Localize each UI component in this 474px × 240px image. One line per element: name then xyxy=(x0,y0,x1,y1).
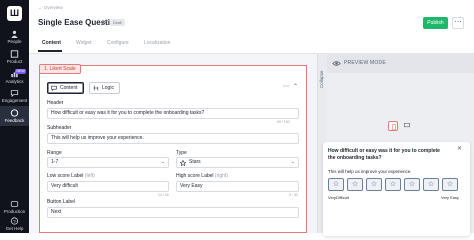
high-score-label-text: High score Label xyxy=(176,173,214,179)
high-score-char-counter: 9 / 40 xyxy=(289,193,298,197)
high-score-label-input[interactable]: Very Easy xyxy=(176,181,299,192)
content-mode-label: Content xyxy=(60,85,78,91)
star-rating-option[interactable]: ☆ xyxy=(347,178,363,191)
widget-question: How difficult or easy was it for you to … xyxy=(328,148,440,161)
tab-localization[interactable]: Localization xyxy=(144,40,170,46)
publish-button[interactable]: Publish xyxy=(423,17,448,29)
star-rating-option[interactable]: ☆ xyxy=(366,178,382,191)
widget-high-label: Very Easy xyxy=(441,195,460,200)
header-char-counter: 69 / 150 xyxy=(277,120,290,124)
tab-widget[interactable]: Widget xyxy=(76,40,92,46)
star-rating-option[interactable]: ☆ xyxy=(404,178,420,191)
star-rating-option[interactable]: ☆ xyxy=(328,178,344,191)
type-select-value: Stars xyxy=(189,159,201,165)
editor-panel: Content Logic ⋯ ⌃ Header How difficult o… xyxy=(29,54,317,233)
subheader-field-label: Subheader xyxy=(47,125,72,131)
tab-content[interactable]: Content xyxy=(42,40,61,46)
star-rating-option[interactable]: ☆ xyxy=(385,178,401,191)
nav-item-production[interactable]: Production xyxy=(0,200,29,214)
nav-item-get-help[interactable]: ? Get Help xyxy=(0,217,29,231)
app-logo[interactable]: Ш xyxy=(7,6,22,21)
card-header: Content Logic ⋯ ⌃ xyxy=(40,80,308,97)
low-score-char-counter: 14 / 40 xyxy=(158,193,169,197)
header-field-label: Header xyxy=(47,100,64,106)
button-label-input[interactable]: Next xyxy=(47,207,299,218)
low-score-label-text: Low score Label xyxy=(47,173,84,179)
people-icon xyxy=(11,30,18,38)
button-label-field-label: Button Label xyxy=(47,199,76,205)
low-score-label-input[interactable]: Very difficult xyxy=(47,181,169,192)
logic-mode-label: Logic xyxy=(102,85,114,91)
content-mode-button[interactable]: Content xyxy=(47,82,84,94)
preview-panel: PREVIEW MODE How difficult or easy was i… xyxy=(323,54,474,236)
widget-subheader: This will help us improve your experienc… xyxy=(328,169,412,174)
status-badge: Draft xyxy=(110,19,125,26)
desktop-icon xyxy=(404,123,410,128)
eye-icon xyxy=(332,61,341,66)
nav-label: Feedback xyxy=(4,118,25,123)
range-field-label: Range xyxy=(47,150,62,156)
survey-widget-preview: How difficult or easy was it for you to … xyxy=(323,142,470,236)
low-score-field-label: Low score Label (left) xyxy=(47,173,95,179)
product-icon xyxy=(10,50,19,58)
help-icon: ? xyxy=(10,217,19,225)
nav-item-product[interactable]: Product xyxy=(0,50,29,64)
logic-icon xyxy=(93,85,99,91)
star-rating-option[interactable]: ☆ xyxy=(423,178,439,191)
content-icon xyxy=(51,85,57,91)
desktop-preview-button[interactable] xyxy=(402,121,412,131)
left-nav: Ш People Product NEW Analytics Engagemen… xyxy=(0,0,29,233)
breadcrumb-back-link[interactable]: ← Overview xyxy=(38,5,63,10)
nav-label: Analytics xyxy=(5,79,24,84)
star-rating-option[interactable]: ☆ xyxy=(442,178,458,191)
question-type-tag[interactable]: 1. Likert Scale xyxy=(39,64,81,74)
range-select[interactable]: 1-7 ⌄ xyxy=(47,157,169,168)
feedback-icon xyxy=(10,109,19,117)
engagement-icon xyxy=(10,90,19,97)
header-input[interactable]: How difficult or easy was it for you to … xyxy=(47,108,299,119)
mobile-icon xyxy=(391,123,396,130)
nav-label: Product xyxy=(6,59,23,64)
high-score-hint: (right) xyxy=(214,173,228,179)
widget-low-label: VeryDifficult xyxy=(328,195,350,200)
new-badge: NEW xyxy=(15,69,27,74)
nav-item-people[interactable]: People xyxy=(0,30,29,44)
svg-text:?: ? xyxy=(13,219,16,225)
nav-label: Production xyxy=(3,209,26,214)
type-select[interactable]: Stars ⌄ xyxy=(176,157,299,168)
star-icon xyxy=(180,159,186,166)
nav-item-engagement[interactable]: Engagement xyxy=(0,89,29,103)
logic-mode-button[interactable]: Logic xyxy=(89,82,120,94)
question-card: Content Logic ⋯ ⌃ Header How difficult o… xyxy=(39,65,307,233)
active-tab-indicator xyxy=(38,50,62,52)
collapse-card-chevron-icon[interactable]: ⌃ xyxy=(293,83,298,90)
nav-label: Get Help xyxy=(5,226,24,231)
nav-label: Engagement xyxy=(1,98,28,103)
mobile-preview-button[interactable] xyxy=(388,121,398,131)
card-menu-icon[interactable]: ⋯ xyxy=(283,83,289,90)
production-icon xyxy=(10,201,19,207)
subheader-input[interactable]: This will help us improve your experienc… xyxy=(47,133,299,144)
range-select-value: 1-7 xyxy=(51,159,59,165)
close-icon[interactable]: ✕ xyxy=(457,145,462,152)
more-options-button[interactable]: ⋯ xyxy=(452,17,464,29)
low-score-hint: (left) xyxy=(84,173,95,179)
pencil-edit-icon[interactable] xyxy=(101,19,108,26)
nav-item-feedback[interactable]: Feedback xyxy=(0,106,29,126)
preview-mode-title: PREVIEW MODE xyxy=(344,60,386,66)
nav-item-analytics[interactable]: NEW Analytics xyxy=(0,69,29,84)
chevron-down-icon: ⌄ xyxy=(290,159,295,165)
high-score-field-label: High score Label (right) xyxy=(176,173,228,179)
type-field-label: Type xyxy=(176,150,187,156)
tab-configure[interactable]: Configure xyxy=(107,40,129,46)
preview-header: PREVIEW MODE xyxy=(327,54,474,73)
chevron-down-icon: ⌄ xyxy=(160,159,165,165)
collapse-label: Collapse xyxy=(319,70,324,88)
nav-label: People xyxy=(7,39,22,44)
